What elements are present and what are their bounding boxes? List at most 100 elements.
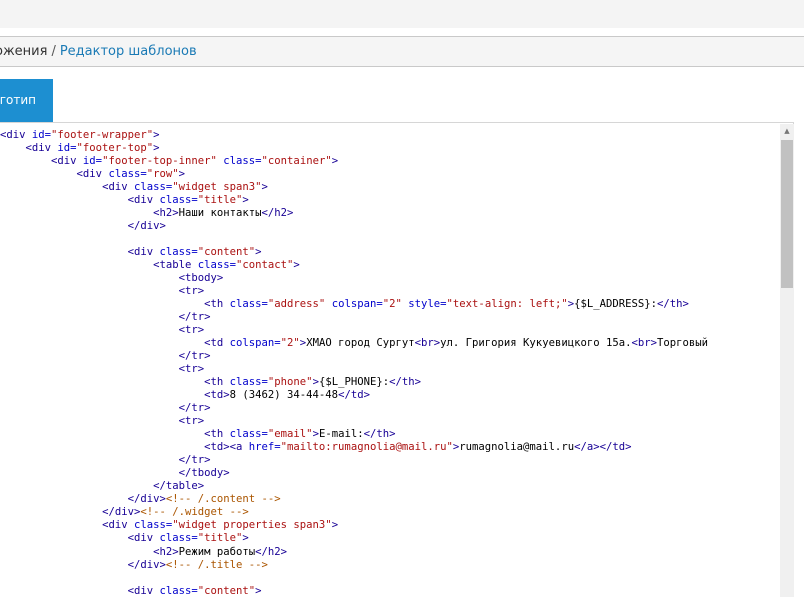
code-line: <tbody>	[0, 272, 708, 285]
code-token: </tbody>	[178, 467, 230, 480]
code-editor[interactable]: <div id="footer-wrapper"> <div id="foote…	[0, 122, 794, 597]
code-line: <td>8 (3462) 34-44-48</td>	[0, 389, 708, 402]
code-token: "title"	[197, 194, 243, 207]
code-line: <div class="title">	[0, 194, 708, 207]
code-token: <tr>	[178, 324, 205, 337]
code-line: </table>	[0, 480, 708, 493]
code-token: {$L_ADDRESS}:	[574, 298, 658, 311]
code-token: >	[331, 155, 339, 168]
code-line: <div id="footer-top">	[0, 142, 708, 155]
code-token: "text-align: left;"	[446, 298, 568, 311]
code-token: "mailto:rumagnolia@mail.ru"	[280, 441, 453, 454]
code-token: <th	[204, 428, 230, 441]
code-token: <div	[76, 168, 109, 181]
code-line: <td><a href="mailto:rumagnolia@mail.ru">…	[0, 441, 708, 454]
code-token: </th>	[657, 298, 689, 311]
code-line: </tr>	[0, 350, 708, 363]
code-token: <h2>	[153, 545, 179, 558]
code-token: </div>	[127, 493, 166, 506]
code-token: <div	[102, 181, 134, 194]
code-token: class=	[133, 519, 173, 532]
code-token: class=	[159, 584, 198, 597]
code-token: "row"	[146, 168, 179, 181]
code-token: >	[153, 142, 160, 155]
code-token: </tr>	[178, 311, 211, 324]
code-token: </div>	[102, 506, 141, 519]
code-line: <div class="widget span3">	[0, 181, 708, 194]
code-token: <div	[0, 129, 32, 141]
code-token: id=	[57, 142, 77, 155]
code-token: "address"	[267, 298, 326, 311]
code-token: "2"	[382, 298, 402, 311]
code-token: >	[178, 168, 185, 181]
code-token: id=	[31, 129, 52, 141]
code-token: <div	[127, 584, 160, 597]
code-token: </h2>	[255, 545, 288, 558]
code-line: <div class="title">	[0, 532, 708, 545]
code-token: >	[255, 584, 262, 597]
code-token: </th>	[389, 376, 422, 389]
code-token: <td><a	[204, 441, 249, 454]
code-token: Наши контакты	[178, 207, 262, 220]
top-bar	[0, 0, 804, 29]
code-token: "contact"	[236, 259, 294, 272]
code-token: <div	[51, 155, 83, 168]
code-token: <td>	[204, 389, 230, 402]
code-token: </tr>	[178, 350, 211, 363]
code-line: <table class="contact">	[0, 259, 708, 272]
code-token: </a></td>	[574, 441, 632, 454]
code-token: >	[261, 181, 268, 194]
code-token: class=	[223, 155, 262, 168]
code-token: {$L_PHONE}:	[318, 376, 390, 389]
code-token: <div	[25, 142, 58, 155]
breadcrumb-item-prev[interactable]: ожения	[0, 44, 47, 59]
code-token: "footer-top-inner"	[102, 155, 217, 168]
scroll-up-icon[interactable]: ▲	[780, 124, 794, 138]
code-token: <div	[127, 194, 160, 207]
code-token: >	[255, 246, 262, 259]
code-token: </div>	[127, 220, 166, 233]
code-content[interactable]: <div id="footer-wrapper"> <div id="foote…	[0, 129, 708, 597]
tab-logo-label: Логотип	[0, 93, 36, 107]
editor-scrollbar[interactable]: ▲	[780, 124, 794, 597]
code-token: </h2>	[261, 207, 294, 220]
code-token: <tr>	[178, 363, 205, 376]
tab-logo[interactable]: Логотип	[0, 79, 53, 122]
code-token: "container"	[261, 155, 332, 168]
code-token: "email"	[267, 428, 313, 441]
code-line: </tr>	[0, 402, 708, 415]
code-line: <div id="footer-wrapper">	[0, 129, 708, 142]
code-line: <th class="phone">{$L_PHONE}:</th>	[0, 376, 708, 389]
code-token: <!-- /.widget -->	[140, 506, 249, 519]
code-token: "footer-wrapper"	[51, 129, 154, 141]
code-line: <div class="content">	[0, 585, 708, 597]
code-line: </tr>	[0, 311, 708, 324]
code-token: <br>	[631, 337, 657, 350]
code-line: <div class="row">	[0, 168, 708, 181]
code-token: "phone"	[267, 376, 313, 389]
code-token: >	[242, 532, 249, 545]
breadcrumb-item-current[interactable]: Редактор шаблонов	[60, 44, 197, 59]
code-token: "content"	[197, 246, 256, 259]
code-line: <h2>Режим работы</h2>	[0, 546, 708, 559]
scrollbar-thumb[interactable]	[781, 140, 793, 288]
code-line: </div><!-- /.title -->	[0, 559, 708, 572]
code-token: >	[331, 519, 339, 532]
code-line: <th class="address" colspan="2" style="t…	[0, 298, 708, 311]
code-token: </td>	[338, 389, 370, 402]
